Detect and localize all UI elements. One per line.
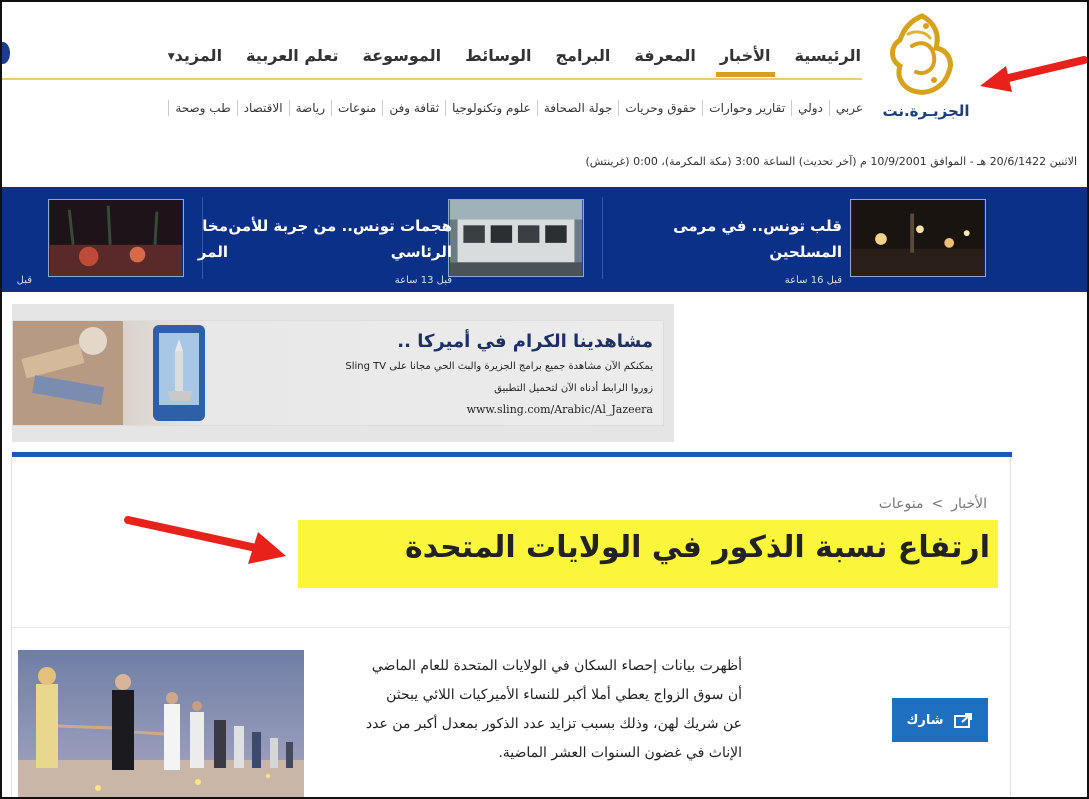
subnav-health[interactable]: طب وصحة (168, 100, 236, 116)
subnav-economy[interactable]: الاقتصاد (236, 100, 289, 116)
ticker-item[interactable]: قلب تونس.. في مرمى المسلحين قبل 16 ساعة (602, 199, 992, 286)
annotation-arrow-logo (980, 56, 1087, 92)
breadcrumb: الأخبار > منوعات (879, 496, 987, 512)
ticker-headline-line1: قلب تونس.. في مرمى (673, 217, 842, 235)
article-photo[interactable] (18, 650, 304, 798)
content-border (1010, 457, 1011, 797)
ticker-headline-line1: مخا (202, 217, 228, 235)
nav-item-home[interactable]: الرئيسية (795, 46, 862, 77)
ticker-time: قبل (16, 275, 32, 286)
dateline: الاثنين 20/6/1422 هـ - الموافق 10/9/2001… (585, 155, 1077, 168)
subnav-arab[interactable]: عربي (828, 100, 869, 116)
subnav-international[interactable]: دولي (791, 100, 829, 116)
ticker-time: قبل 13 ساعة (394, 275, 452, 286)
ad-title: مشاهدينا الكرام في أميركا .. (397, 331, 653, 352)
nav-item-more[interactable]: المزيد▼ (165, 46, 222, 77)
featured-ticker: قلب تونس.. في مرمى المسلحين قبل 16 ساعة … (2, 187, 1087, 292)
ad-phone-illustration (153, 325, 205, 421)
ticker-headline-line2: المسلحين (769, 243, 842, 261)
subnav-science[interactable]: علوم وتكنولوجيا (445, 100, 537, 116)
subnav-rights[interactable]: حقوق وحريات (618, 100, 702, 116)
share-label: شارك (906, 712, 944, 728)
headline-highlight: ارتفاع نسبة الذكور في الولايات المتحدة (298, 520, 998, 588)
nav-item-encyclopedia[interactable]: الموسوعة (362, 46, 441, 77)
nav-more-label: المزيد (174, 46, 223, 65)
ticker-thumbnail (850, 199, 986, 277)
content-top-bar (12, 452, 1012, 457)
annotation-arrow-headline (124, 516, 286, 564)
share-button[interactable]: شارك (892, 698, 988, 742)
ticker-thumbnail (448, 199, 584, 277)
ad-border (12, 304, 674, 320)
breadcrumb-news[interactable]: الأخبار (951, 496, 987, 512)
ad-collage (13, 321, 123, 425)
ticker-headline: مخا المر (188, 213, 228, 265)
ticker-headline-line2: المر (197, 243, 228, 261)
ticker-headline-line2: الرئاسي (390, 243, 452, 261)
breadcrumb-misc[interactable]: منوعات (879, 496, 924, 512)
logo-wordmark: الجزيـرة.نت (882, 102, 970, 120)
ticker-separator (602, 197, 603, 279)
subnav-culture[interactable]: ثقافة وفن (382, 100, 445, 116)
article-body-line: الإناث في غضون السنوات العشر الماضية. (498, 745, 742, 761)
article-body: أظهرت بيانات إحصاء السكان في الولايات ال… (312, 652, 742, 768)
subnav-misc[interactable]: منوعات (331, 100, 382, 116)
article-body-line: أن سوق الزواج يعطي أملا أكبر للنساء الأم… (386, 687, 742, 703)
ticker-headline: قلب تونس.. في مرمى المسلحين (612, 213, 842, 265)
breadcrumb-separator: > (931, 496, 944, 512)
ticker-time: قبل 16 ساعة (784, 275, 842, 286)
article-headline: ارتفاع نسبة الذكور في الولايات المتحدة (405, 530, 990, 565)
share-icon (953, 713, 972, 728)
caret-down-icon: ▼ (167, 52, 175, 62)
sub-nav: عربي دولي تقارير وحوارات حقوق وحريات جول… (168, 100, 869, 116)
article-body-line: أظهرت بيانات إحصاء السكان في الولايات ال… (371, 658, 742, 674)
ticker-thumbnail (48, 199, 184, 277)
ad-url[interactable]: www.sling.com/Arabic/Al_Jazeera (467, 403, 653, 416)
subnav-sports[interactable]: رياضة (288, 100, 331, 116)
nav-underline (2, 78, 862, 80)
ad-line-2: زوروا الرابط أدناه الآن لتحميل التطبيق (494, 383, 653, 394)
nav-item-learn-arabic[interactable]: تعلم العربية (246, 46, 338, 77)
subnav-press-tour[interactable]: جولة الصحافة (536, 100, 619, 116)
nav-item-programs[interactable]: البرامج (556, 46, 611, 77)
main-nav: الرئيسية الأخبار المعرفة البرامج الوسائط… (165, 46, 861, 77)
article-body-line: عن شريك لهن، وذلك بسبب تزايد عدد الذكور … (365, 716, 742, 732)
ticker-item[interactable]: هجمات تونس.. من جربة للأمن الرئاسي قبل 1… (202, 199, 602, 286)
nav-item-knowledge[interactable]: المعرفة (634, 46, 695, 77)
nav-edge-icon (2, 42, 10, 64)
ticker-headline-line1: هجمات تونس.. من جربة للأمن (228, 217, 452, 235)
ad-border (12, 424, 674, 442)
nav-item-news[interactable]: الأخبار (715, 46, 775, 77)
ticker-headline: هجمات تونس.. من جربة للأمن الرئاسي (212, 213, 452, 265)
subnav-reports[interactable]: تقارير وحوارات (702, 100, 791, 116)
section-divider (12, 627, 1010, 628)
ticker-item[interactable]: مخا المر قبل (2, 199, 228, 286)
ad-line-1: يمكنكم الآن مشاهدة جميع برامج الجزيرة وا… (345, 361, 653, 372)
nav-item-media[interactable]: الوسائط (465, 46, 531, 77)
sling-tv-ad[interactable]: مشاهدينا الكرام في أميركا .. يمكنكم الآن… (12, 320, 664, 426)
browser-frame: الرئيسية الأخبار المعرفة البرامج الوسائط… (0, 0, 1089, 799)
